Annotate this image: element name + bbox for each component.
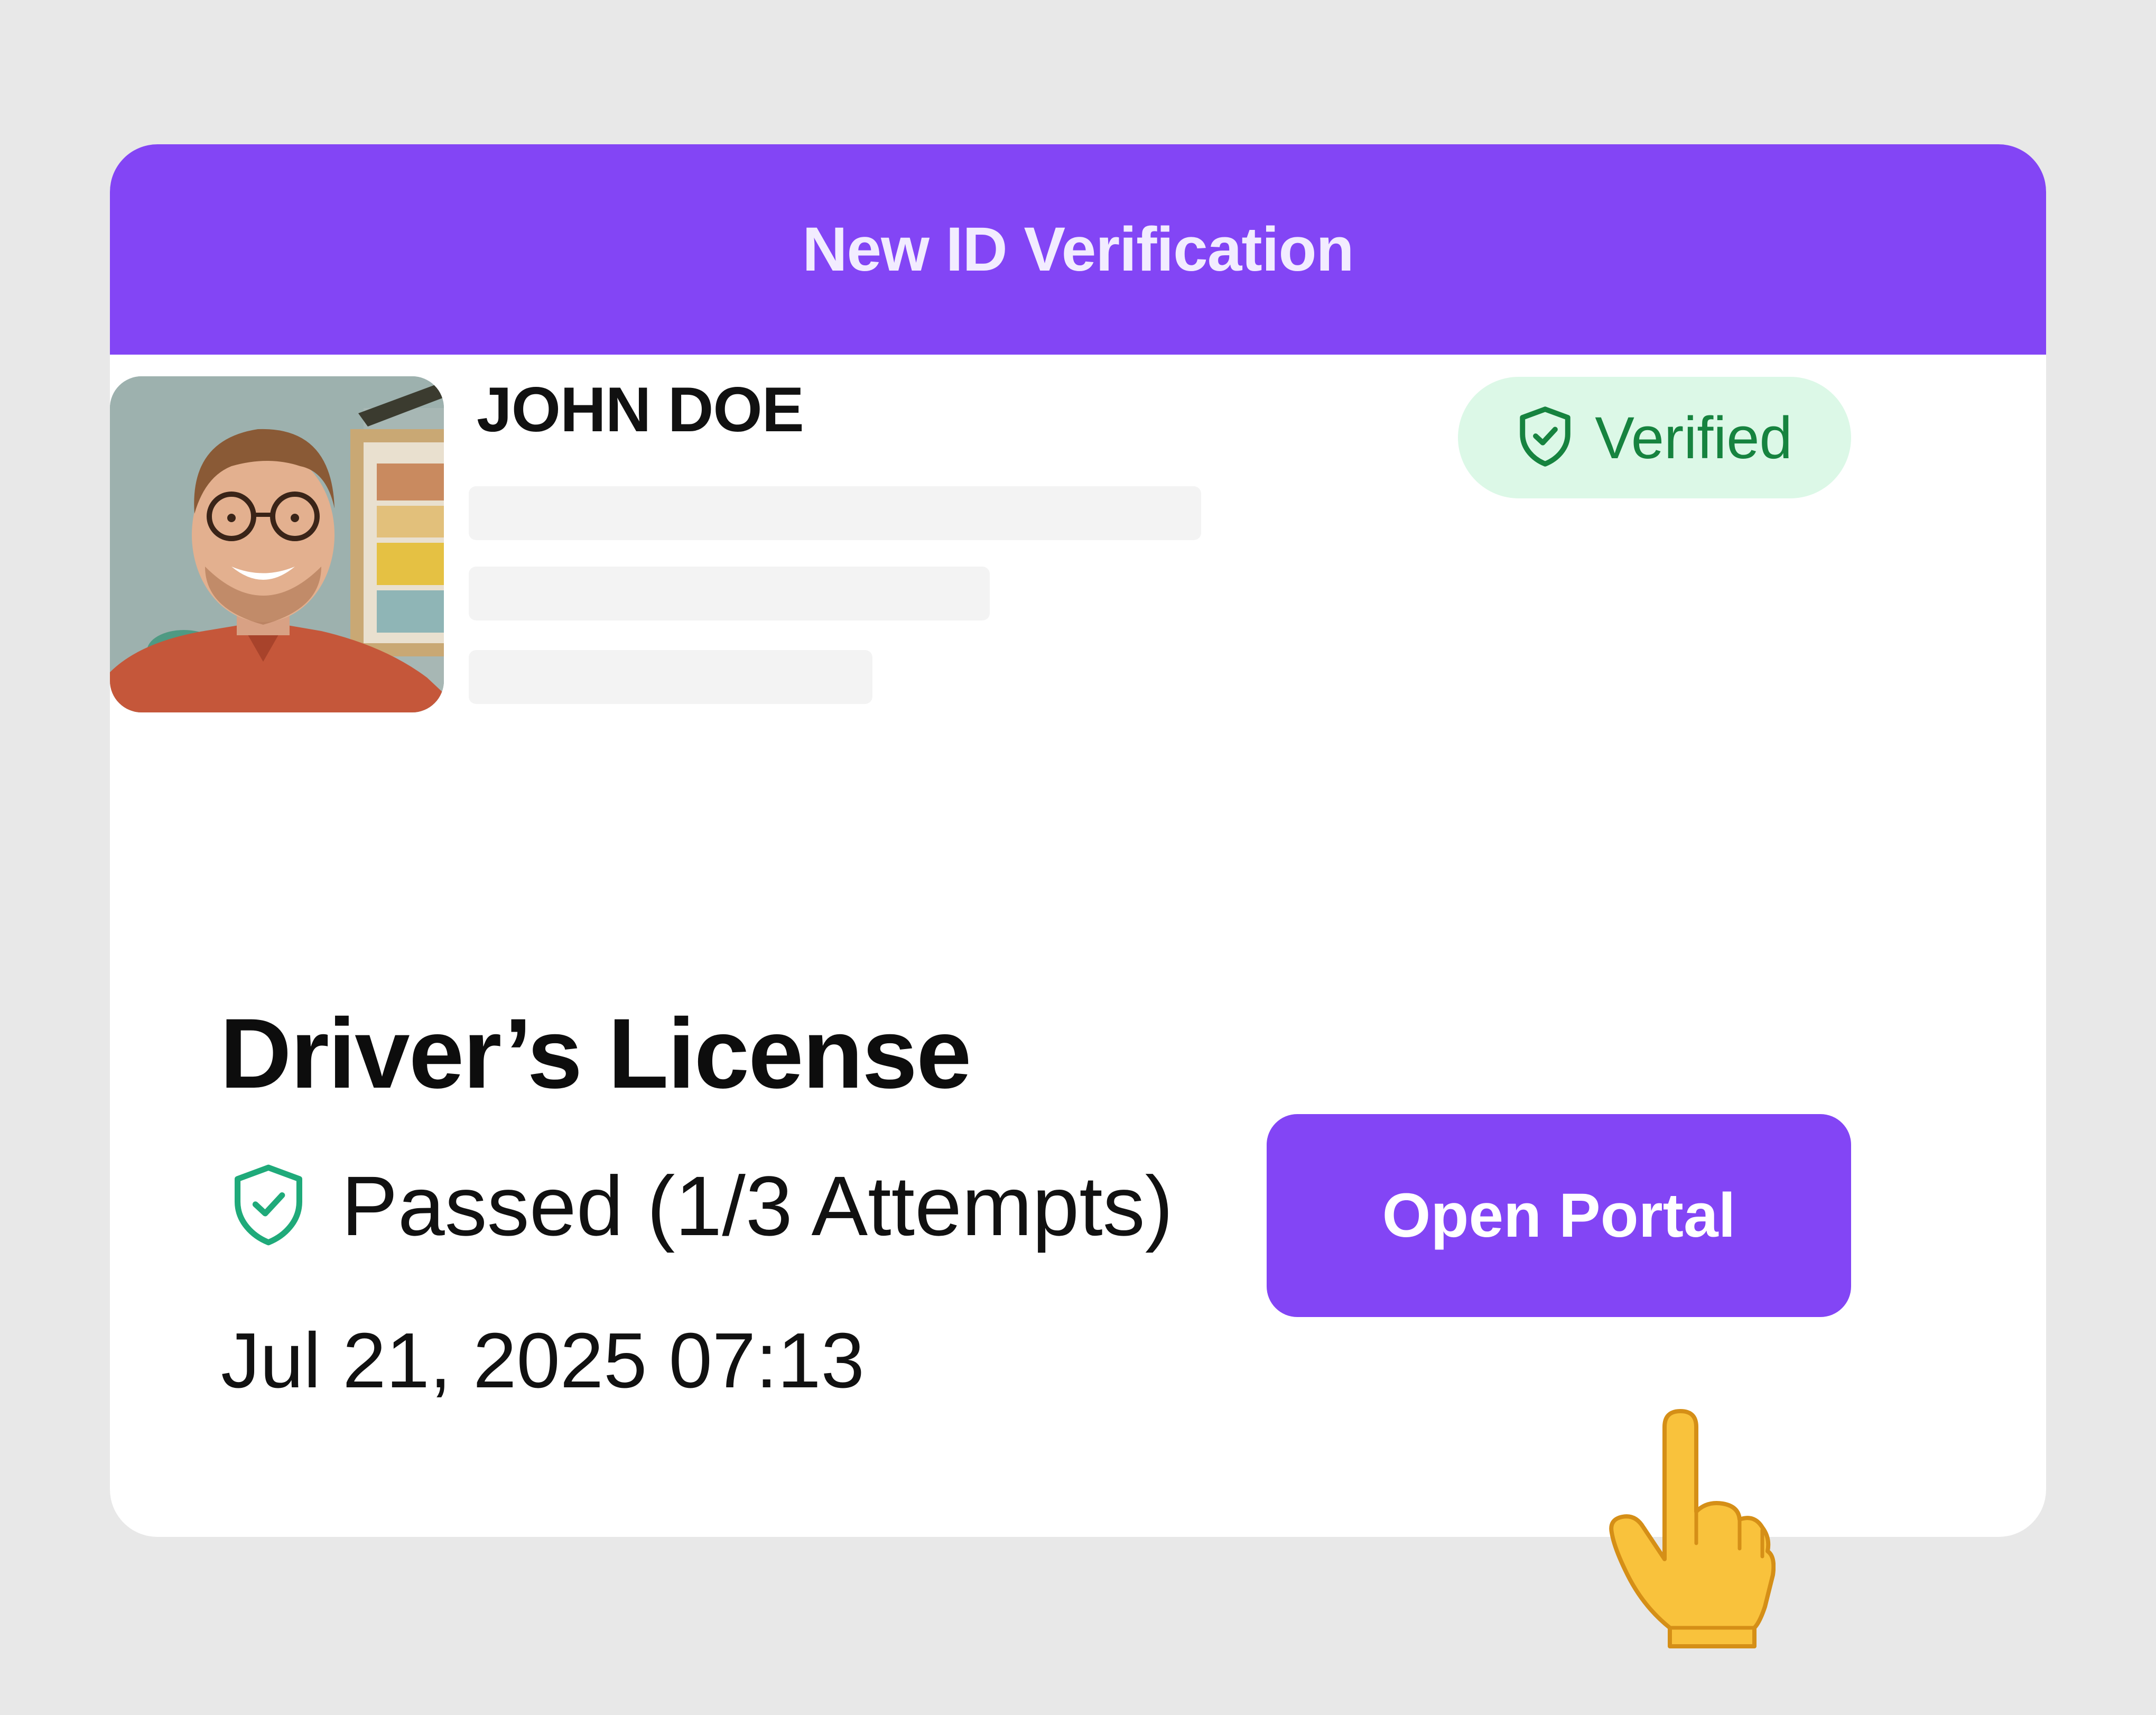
person-name: JOHN DOE	[477, 374, 804, 445]
info-placeholder-line	[469, 567, 990, 620]
shield-check-icon	[228, 1163, 309, 1250]
pointing-hand-icon	[1601, 1406, 1776, 1649]
card-header-title: New ID Verification	[802, 215, 1354, 284]
verified-label: Verified	[1595, 404, 1792, 471]
open-portal-label: Open Portal	[1382, 1181, 1736, 1250]
verification-status: Passed (1/3 Attempts)	[228, 1157, 1173, 1255]
status-text: Passed (1/3 Attempts)	[341, 1158, 1174, 1253]
verified-badge: Verified	[1458, 377, 1851, 498]
avatar	[110, 376, 444, 712]
document-type: Driver’s License	[220, 998, 972, 1109]
open-portal-button[interactable]: Open Portal	[1267, 1114, 1851, 1317]
info-placeholder-line	[469, 486, 1201, 540]
shield-check-icon	[1517, 405, 1574, 471]
card-header: New ID Verification	[110, 144, 2046, 355]
info-placeholder-line	[469, 650, 872, 704]
verification-timestamp: Jul 21, 2025 07:13	[221, 1317, 865, 1404]
